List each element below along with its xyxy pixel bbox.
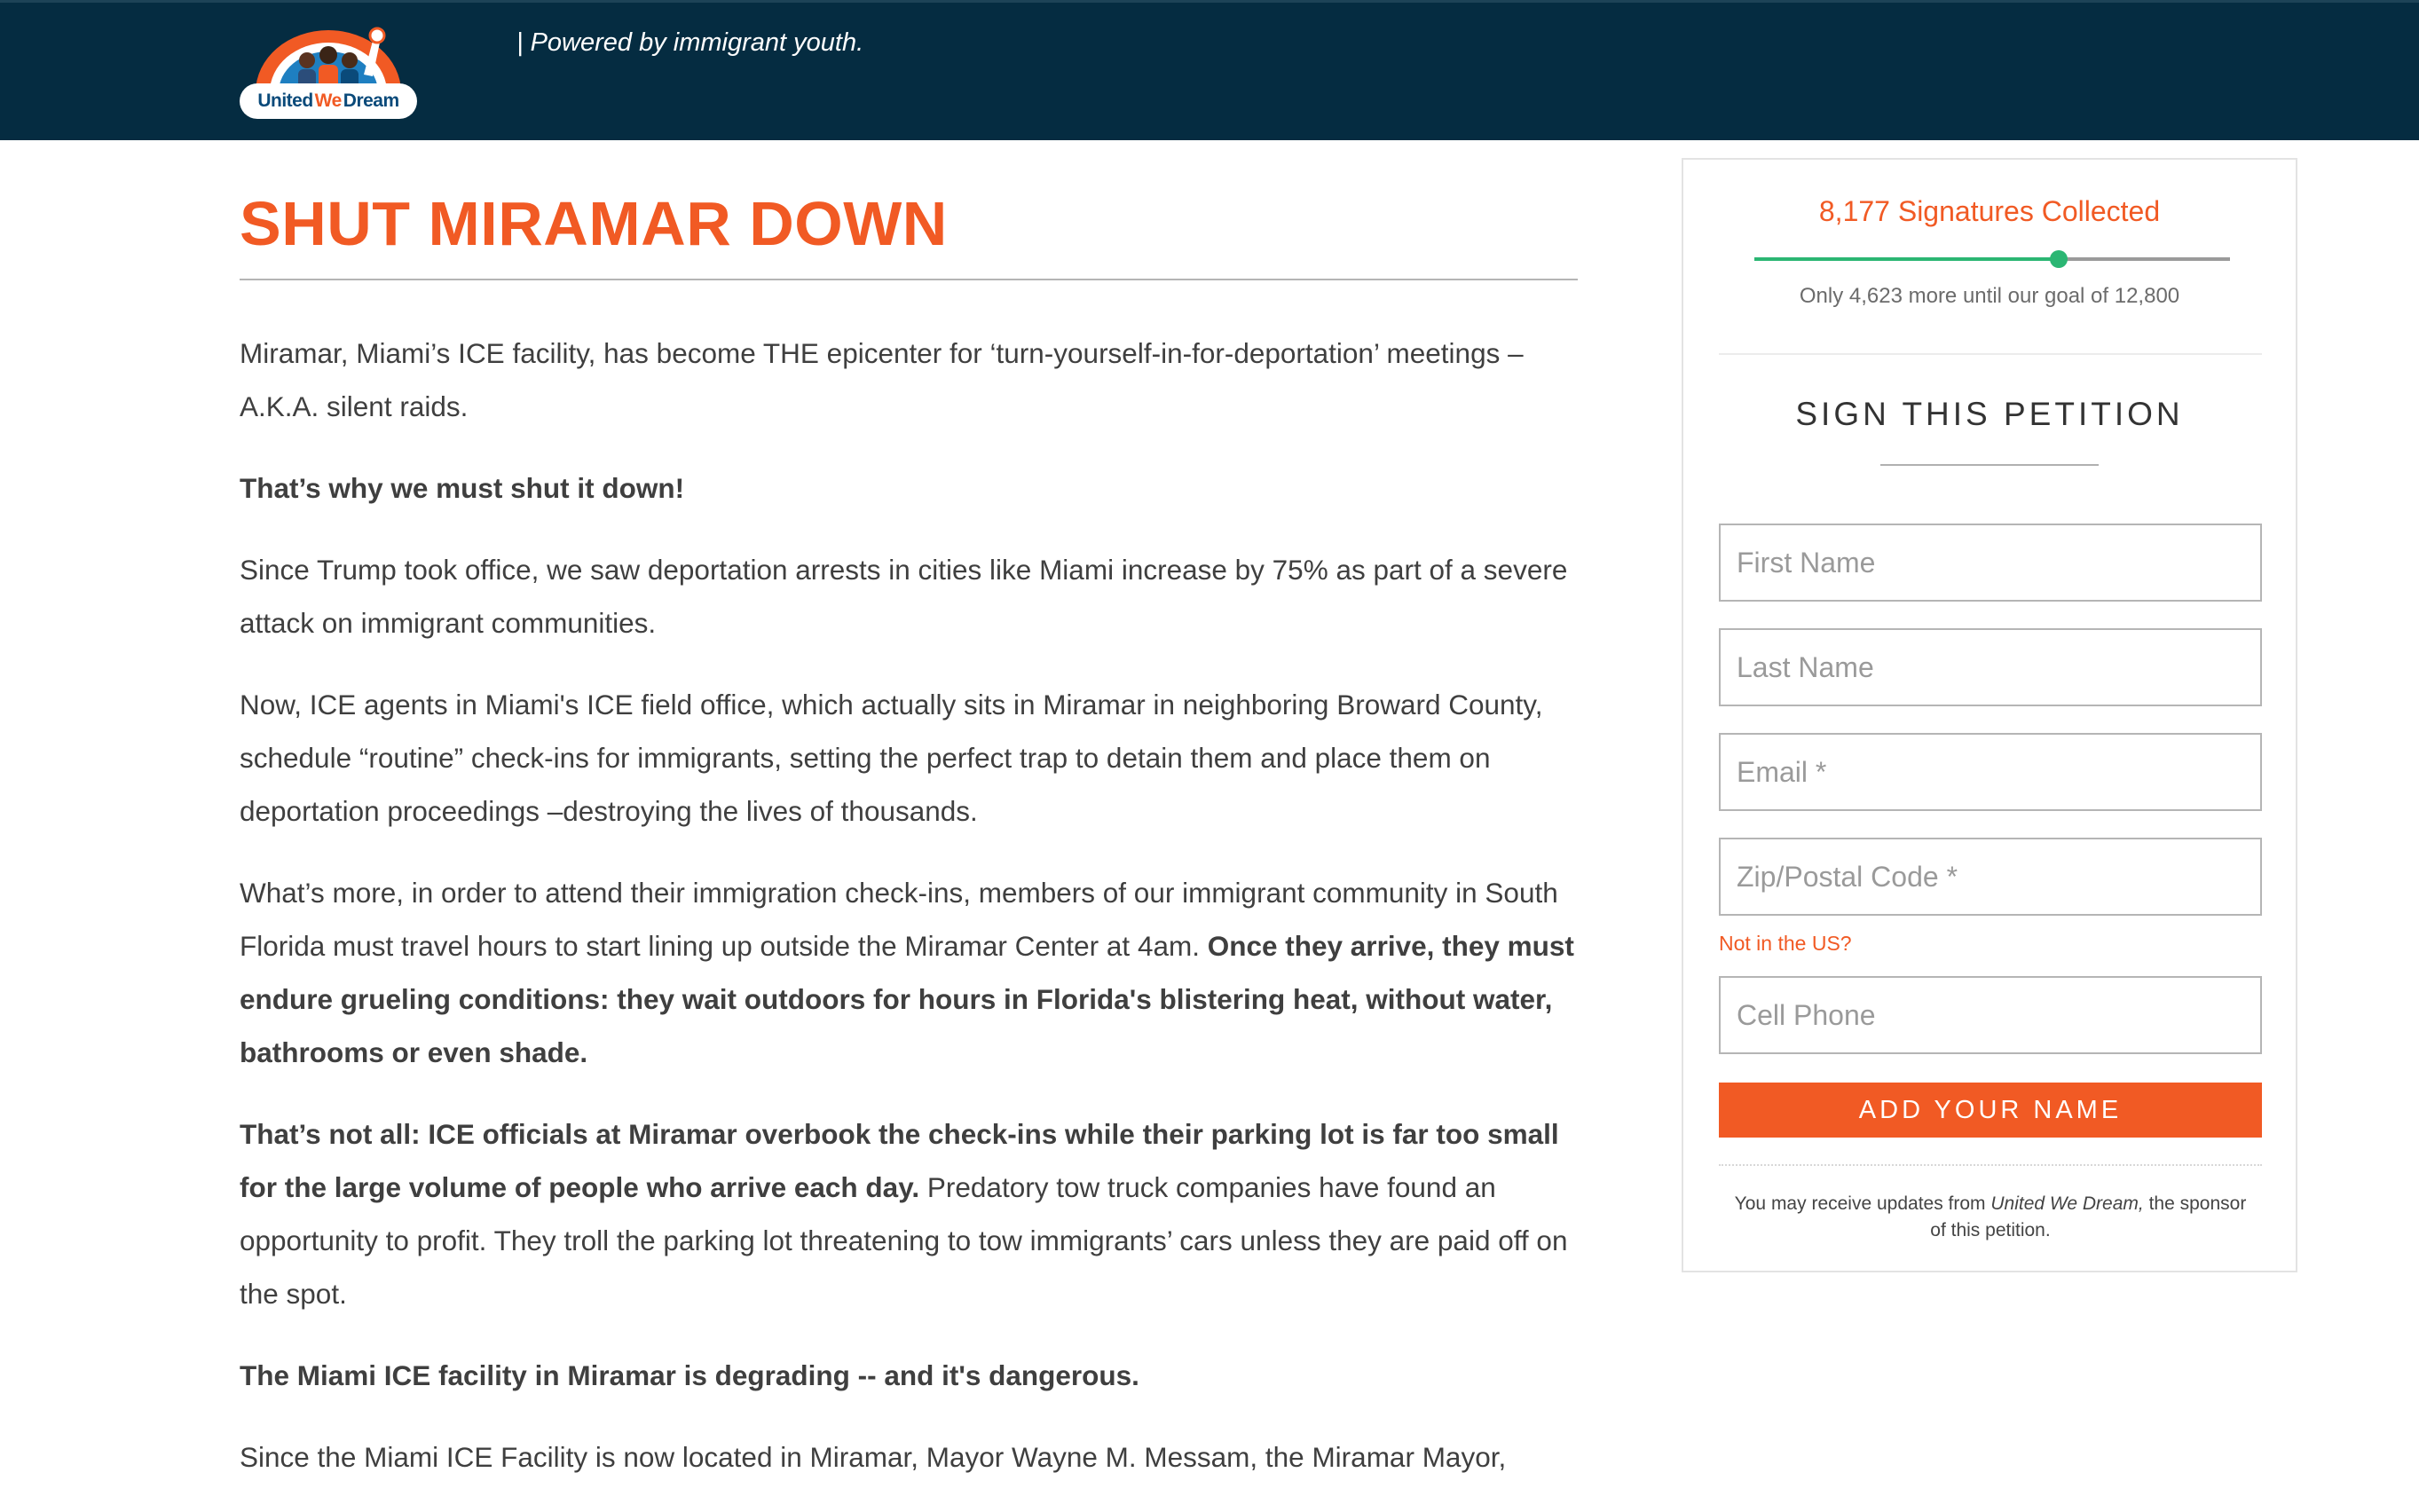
logo-word-we: We: [314, 91, 343, 111]
article-paragraph-7: The Miami ICE facility in Miramar is deg…: [240, 1349, 1578, 1402]
not-in-us-link[interactable]: Not in the US?: [1719, 932, 1852, 956]
header-top-border: [0, 0, 2419, 3]
cell-phone-field[interactable]: [1719, 976, 2262, 1054]
signature-progress-bar: [1754, 250, 2230, 268]
article-paragraph-8: Since the Miami ICE Facility is now loca…: [240, 1441, 1507, 1473]
article-body: Miramar, Miami’s ICE facility, has becom…: [240, 327, 1578, 1484]
form-divider: [1719, 1164, 2262, 1166]
logo-wordmark: United We Dream: [240, 83, 417, 119]
article-paragraph-6: That’s not all: ICE officials at Miramar…: [240, 1107, 1578, 1320]
first-name-field[interactable]: [1719, 524, 2262, 602]
logo-word-dream: Dream: [343, 91, 399, 111]
article-paragraph-3: Since Trump took office, we saw deportat…: [240, 554, 1568, 639]
title-divider: [240, 279, 1578, 280]
sign-petition-heading: SIGN THIS PETITION: [1795, 396, 2184, 432]
petition-sidebar: 8,177 Signatures Collected Only 4,623 mo…: [1682, 158, 2297, 1272]
petition-article: SHUT MIRAMAR DOWN Miramar, Miami’s ICE f…: [240, 186, 1578, 1512]
progress-fill: [1754, 257, 2059, 261]
goal-text: Only 4,623 more until our goal of 12,800: [1799, 284, 2180, 308]
sponsor-disclaimer: You may receive updates from United We D…: [1728, 1191, 2253, 1244]
article-paragraph-2: That’s why we must shut it down!: [240, 461, 1578, 515]
article-paragraph-4: Now, ICE agents in Miami's ICE field off…: [240, 689, 1543, 827]
zip-code-field[interactable]: [1719, 838, 2262, 916]
logo-people-icon: [256, 27, 401, 92]
add-your-name-button[interactable]: ADD YOUR NAME: [1719, 1083, 2262, 1138]
progress-knob: [2049, 250, 2068, 268]
site-header: United We Dream | Powered by immigrant y…: [0, 0, 2419, 140]
disclaimer-text: You may receive updates from: [1734, 1193, 1991, 1214]
article-paragraph-1: Miramar, Miami’s ICE facility, has becom…: [240, 337, 1524, 422]
page-title: SHUT MIRAMAR DOWN: [240, 189, 948, 258]
signature-count: 8,177 Signatures Collected: [1818, 195, 2161, 227]
heading-underline: [1880, 464, 2099, 466]
email-field[interactable]: [1719, 733, 2262, 811]
logo-word-united: United: [257, 91, 313, 111]
sidebar-divider: [1719, 353, 2262, 355]
united-we-dream-logo[interactable]: United We Dream: [240, 21, 417, 119]
header-tagline: | Powered by immigrant youth.: [516, 28, 864, 57]
last-name-field[interactable]: [1719, 628, 2262, 706]
bold-text: The Miami ICE facility in Miramar is deg…: [240, 1359, 1139, 1391]
bold-text: That’s why we must shut it down!: [240, 472, 685, 504]
sponsor-name: United We Dream,: [1990, 1193, 2144, 1214]
article-paragraph-5: What’s more, in order to attend their im…: [240, 866, 1578, 1079]
